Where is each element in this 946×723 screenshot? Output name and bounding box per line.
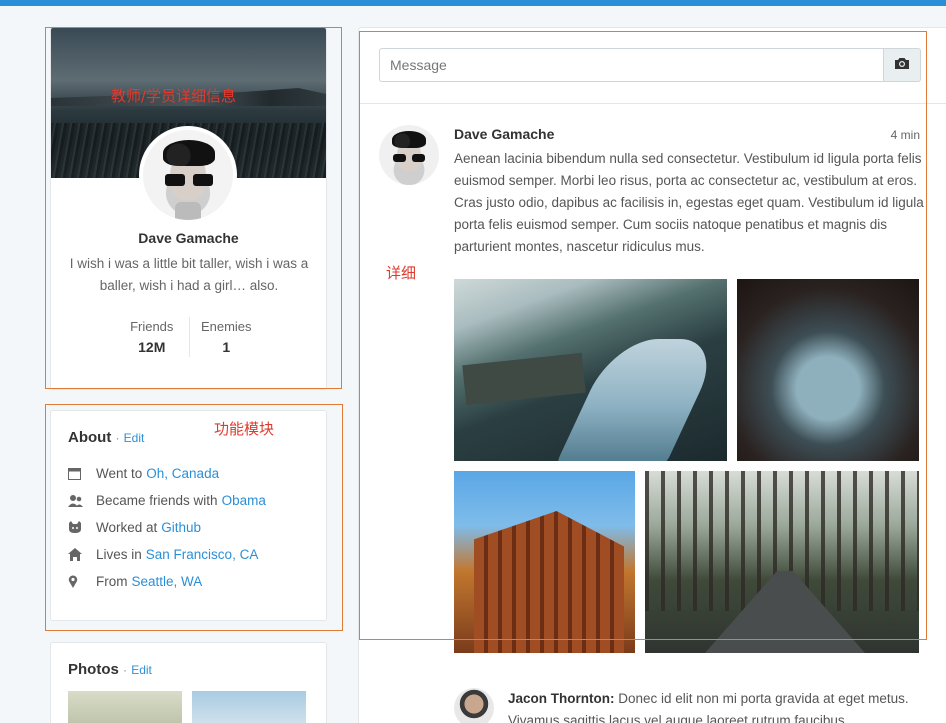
post-author-name[interactable]: Dave Gamache xyxy=(454,126,554,142)
about-item-education: Went to Oh, Canada xyxy=(68,460,318,487)
about-link-obama[interactable]: Obama xyxy=(222,493,266,508)
calendar-icon xyxy=(68,467,96,480)
about-link-seattle[interactable]: Seattle, WA xyxy=(132,574,203,589)
separator: · xyxy=(115,431,120,445)
photos-title-text: Photos xyxy=(68,661,119,678)
camera-button[interactable] xyxy=(883,48,921,82)
photo-thumbnail[interactable] xyxy=(68,691,182,723)
users-icon xyxy=(68,494,96,507)
message-input[interactable] xyxy=(379,48,883,82)
comment-author[interactable]: Jacon Thornton: xyxy=(508,691,615,706)
location-pin-icon xyxy=(68,575,96,588)
about-link-sf[interactable]: San Francisco, CA xyxy=(146,547,259,562)
feed-panel: Dave Gamache 4 min Aenean lacinia bibend… xyxy=(358,27,946,723)
about-title: About · Edit xyxy=(68,429,144,446)
photos-title: Photos · Edit xyxy=(68,661,152,678)
about-edit-link[interactable]: Edit xyxy=(124,431,145,445)
about-text: Went to xyxy=(96,466,143,481)
github-icon xyxy=(68,521,96,534)
profile-name[interactable]: Dave Gamache xyxy=(51,230,326,246)
stat-value: 12M xyxy=(138,339,166,355)
stat-label: Enemies xyxy=(200,319,252,334)
about-card: About · Edit Went to Oh, Canada Became f… xyxy=(50,410,327,621)
about-text: Became friends with xyxy=(96,493,218,508)
profile-card: Dave Gamache I wish i was a little bit t… xyxy=(50,27,327,390)
comment-author-avatar[interactable] xyxy=(454,688,494,723)
home-icon xyxy=(68,548,96,561)
photos-card: Photos · Edit xyxy=(50,642,327,723)
about-item-from: From Seattle, WA xyxy=(68,568,318,595)
profile-stats: Friends 12M Enemies 1 xyxy=(115,317,263,357)
about-text: From xyxy=(96,574,128,589)
camera-icon xyxy=(895,56,909,74)
stat-value: 1 xyxy=(222,339,231,355)
post-author-avatar[interactable] xyxy=(379,125,439,185)
post-image-forest-road[interactable] xyxy=(645,471,919,653)
about-text: Worked at xyxy=(96,520,158,535)
photos-edit-link[interactable]: Edit xyxy=(131,663,152,677)
post-image-cliff-lake[interactable] xyxy=(454,279,727,461)
stat-label: Friends xyxy=(130,319,174,334)
about-link-github[interactable]: Github xyxy=(161,520,201,535)
about-text: Lives in xyxy=(96,547,142,562)
about-item-friends: Became friends with Obama xyxy=(68,487,318,514)
stat-enemies[interactable]: Enemies 1 xyxy=(188,317,264,357)
profile-avatar[interactable] xyxy=(139,126,237,224)
post-image-building-night[interactable] xyxy=(454,471,635,653)
about-list: Went to Oh, Canada Became friends with O… xyxy=(68,460,318,595)
annotation-label-profile: 教师/学员详细信息 xyxy=(111,87,237,105)
about-item-home: Lives in San Francisco, CA xyxy=(68,541,318,568)
profile-bio: I wish i was a little bit taller, wish i… xyxy=(69,256,309,293)
comment: Jacon Thornton: Donec id elit non mi por… xyxy=(508,688,918,723)
annotation-label-detail: 详细 xyxy=(386,264,417,282)
about-link-canada[interactable]: Oh, Canada xyxy=(146,466,219,481)
about-title-text: About xyxy=(68,429,112,446)
post-image-cave-pool[interactable] xyxy=(737,279,919,461)
annotation-label-modules: 功能模块 xyxy=(214,420,275,438)
stat-friends[interactable]: Friends 12M xyxy=(115,317,189,357)
separator: · xyxy=(123,663,128,677)
post-timestamp: 4 min xyxy=(890,128,920,142)
photo-thumbnail[interactable] xyxy=(192,691,306,723)
about-item-work: Worked at Github xyxy=(68,514,318,541)
post-body: Aenean lacinia bibendum nulla sed consec… xyxy=(454,151,924,254)
top-bar xyxy=(0,0,946,6)
divider xyxy=(359,103,946,104)
message-composer xyxy=(379,48,921,82)
